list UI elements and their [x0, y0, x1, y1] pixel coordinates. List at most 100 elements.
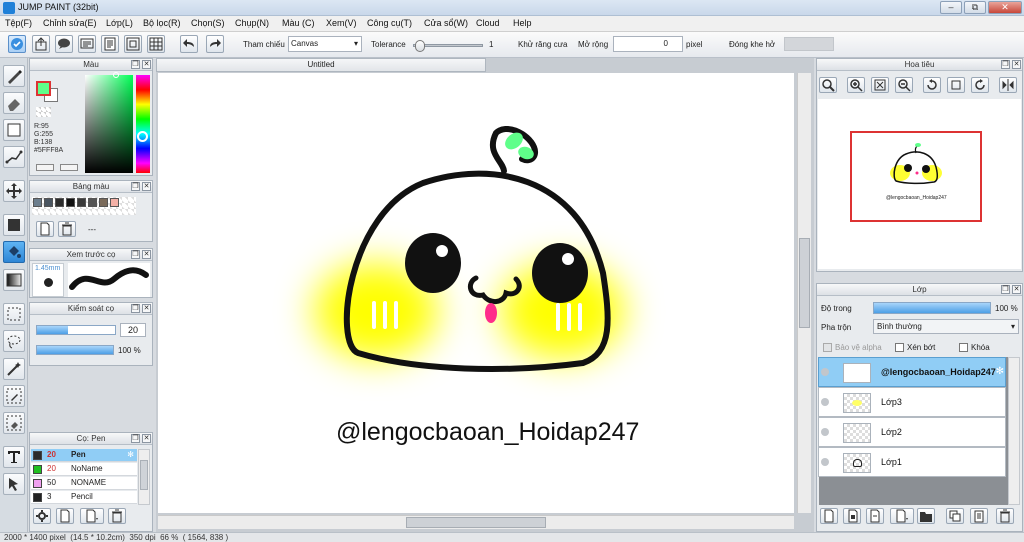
layer-item[interactable]: Lớp1	[818, 447, 1006, 477]
menu-view[interactable]: Xem(V)	[326, 18, 357, 28]
redo-button[interactable]	[206, 35, 224, 53]
nav-reset-button[interactable]	[947, 77, 965, 93]
close-window-button[interactable]: ✕	[988, 1, 1022, 14]
tolerance-slider[interactable]	[413, 40, 483, 52]
magic-wand-tool-button[interactable]	[3, 358, 25, 380]
canvas-settings-button[interactable]	[124, 35, 142, 53]
hue-slider[interactable]	[136, 75, 150, 173]
menu-edit[interactable]: Chỉnh sửa(E)	[43, 18, 97, 28]
brush-item[interactable]: 20 Pen ✻	[31, 449, 137, 462]
foreground-color-swatch[interactable]	[36, 81, 51, 96]
brush-list-scrollbar[interactable]	[138, 449, 150, 505]
clip-checkbox[interactable]	[895, 343, 904, 352]
palette-swatch[interactable]	[44, 198, 53, 207]
undo-button[interactable]	[180, 35, 198, 53]
brush-opacity-slider[interactable]	[36, 345, 114, 355]
panel-popout-icon[interactable]: ❐	[131, 304, 140, 313]
layer-item[interactable]: @lengocbaoan_Hoidap247 ✻	[818, 357, 1006, 387]
restore-button[interactable]: ⧉	[964, 1, 986, 14]
layer-properties-button[interactable]	[970, 508, 988, 524]
layer-item[interactable]: Lớp2	[818, 417, 1006, 447]
brush-new-button[interactable]	[56, 508, 74, 524]
menu-filter[interactable]: Bộ lọc(R)	[143, 18, 181, 28]
grid-button[interactable]	[147, 35, 165, 53]
palette-swatch[interactable]	[77, 198, 86, 207]
palette-swatch[interactable]	[88, 198, 97, 207]
panel-popout-icon[interactable]: ❐	[1001, 285, 1010, 294]
gear-icon[interactable]: ✻	[996, 366, 1004, 377]
panel-popout-icon[interactable]: ❐	[131, 60, 140, 69]
new-layer-button[interactable]	[820, 508, 838, 524]
document-tab[interactable]: Untitled	[156, 58, 486, 72]
new-folder-button[interactable]	[917, 508, 935, 524]
minimize-button[interactable]: –	[940, 1, 962, 14]
select-eraser-tool-button[interactable]	[3, 412, 25, 434]
message-button[interactable]	[78, 35, 96, 53]
bucket-tool-button[interactable]	[3, 241, 25, 263]
transparent-color-swatch[interactable]	[36, 107, 51, 117]
panel-popout-icon[interactable]: ❐	[131, 250, 140, 259]
palette-swatch[interactable]	[110, 198, 119, 207]
color-mode-button-2[interactable]	[60, 164, 78, 171]
panel-close-icon[interactable]: ✕	[1012, 285, 1021, 294]
gear-icon[interactable]: ✻	[127, 449, 134, 461]
nav-zoom-button[interactable]	[819, 77, 837, 93]
palette-swatch[interactable]	[55, 198, 64, 207]
vertical-scrollbar[interactable]	[797, 73, 811, 513]
gradient-tool-button[interactable]	[3, 269, 25, 291]
comment-button[interactable]	[55, 35, 73, 53]
reference-select[interactable]: Canvas ▾	[288, 36, 362, 52]
text-tool-button[interactable]	[3, 446, 25, 468]
blend-mode-select[interactable]: Bình thường ▾	[873, 319, 1019, 334]
brush-item[interactable]: 50 NONAME	[31, 477, 137, 490]
close-gap-level-field[interactable]	[784, 37, 834, 51]
duplicate-layer-button[interactable]	[843, 508, 861, 524]
hue-slider-handle[interactable]	[137, 131, 148, 142]
brush-item[interactable]: 3 Pencil	[31, 491, 137, 504]
select-pen-tool-button[interactable]	[3, 385, 25, 407]
brush-size-input[interactable]: 20	[120, 323, 146, 337]
move-tool-button[interactable]	[3, 180, 25, 202]
menu-capture[interactable]: Chụp(N)	[235, 18, 269, 28]
nav-zoom-in-button[interactable]	[847, 77, 865, 93]
brush-tool-button[interactable]	[3, 65, 25, 87]
menu-window[interactable]: Cửa sổ(W)	[424, 18, 468, 28]
menu-help[interactable]: Help	[513, 18, 532, 28]
document-button[interactable]	[101, 35, 119, 53]
eye-icon[interactable]	[821, 368, 829, 376]
horizontal-scrollbar[interactable]	[158, 515, 794, 529]
brush-settings-button[interactable]	[33, 508, 51, 524]
palette-swatch[interactable]	[66, 198, 75, 207]
lock-checkbox[interactable]	[959, 343, 968, 352]
brush-list-scroll-thumb[interactable]	[140, 460, 148, 490]
vertical-scroll-thumb[interactable]	[799, 238, 810, 328]
eye-icon[interactable]	[821, 398, 829, 406]
panel-popout-icon[interactable]: ❐	[131, 182, 140, 191]
select-tool-button[interactable]	[8, 35, 26, 53]
eye-icon[interactable]	[821, 458, 829, 466]
palette-swatches[interactable]	[32, 197, 136, 215]
menu-layer[interactable]: Lớp(L)	[106, 18, 133, 28]
delete-layer-button[interactable]	[996, 508, 1014, 524]
panel-close-icon[interactable]: ✕	[142, 60, 151, 69]
horizontal-scroll-thumb[interactable]	[406, 517, 546, 528]
expand-input[interactable]: 0	[613, 36, 683, 52]
operation-tool-button[interactable]	[3, 473, 25, 495]
navigator-preview[interactable]: @lengocbaoan_Hoidap247	[818, 99, 1021, 269]
nav-rotate-left-button[interactable]	[923, 77, 941, 93]
saturation-value-picker[interactable]	[85, 72, 133, 173]
layer-menu-button[interactable]	[890, 508, 914, 524]
menu-cloud[interactable]: Cloud	[476, 18, 500, 28]
color-mode-button[interactable]	[36, 164, 54, 171]
brush-item[interactable]: 20 NoName	[31, 463, 137, 476]
nav-flip-button[interactable]	[999, 77, 1017, 93]
tolerance-slider-thumb[interactable]	[415, 40, 426, 52]
palette-swatch[interactable]	[99, 198, 108, 207]
menu-file[interactable]: Tệp(F)	[5, 18, 32, 28]
menu-color[interactable]: Màu (C)	[282, 18, 315, 28]
panel-close-icon[interactable]: ✕	[142, 182, 151, 191]
layer-list-scrollbar[interactable]	[1008, 357, 1020, 505]
layer-opacity-slider[interactable]	[873, 302, 991, 314]
merge-layer-button[interactable]	[946, 508, 964, 524]
menu-select[interactable]: Chọn(S)	[191, 18, 225, 28]
